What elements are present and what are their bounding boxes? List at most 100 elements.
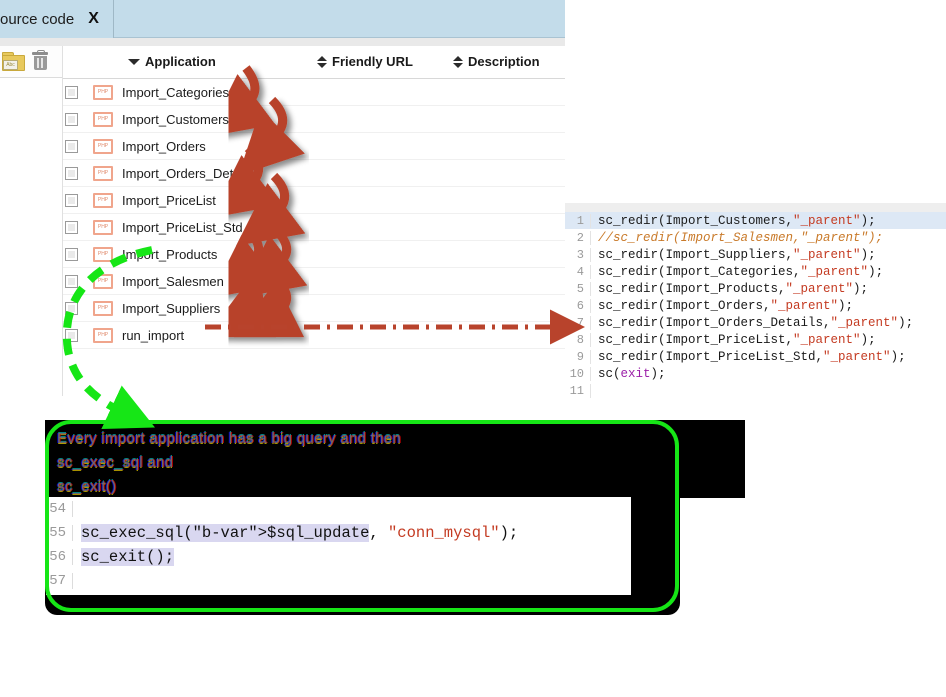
sort-both-icon [453,55,463,68]
row-checkbox[interactable] [65,139,78,153]
table-row[interactable]: PHP Import_Suppliers [63,295,565,322]
grid-toolbar: Abc [0,46,62,78]
row-checkbox[interactable] [65,247,78,261]
table-row[interactable]: PHP Import_PriceList [63,187,565,214]
line-code: sc_redir(Import_PriceList,"_parent"); [598,332,876,347]
application-name: Import_Suppliers [122,300,221,316]
line-number: 6 [565,298,591,313]
table-row[interactable]: PHP Import_Products [63,241,565,268]
application-name: Import_Orders_Details [122,165,253,181]
line-code: sc_redir(Import_PriceList_Std,"_parent")… [598,349,906,364]
code-line: 54 [46,497,631,521]
tab-bar-underline [0,38,565,46]
line-code: sc_redir(Import_Suppliers,"_parent"); [598,247,876,262]
code-editor-bottom-body: 54 55 sc_exec_sql("b-var">$sql_update, "co… [46,497,631,593]
php-file-icon: PHP [93,219,113,235]
table-row[interactable]: PHP Import_Salesmen [63,268,565,295]
chevron-down-icon [128,58,140,65]
line-number: 8 [565,332,591,347]
tab-source-code[interactable]: ource code X [0,0,114,38]
row-checkbox[interactable] [65,301,78,315]
column-header-friendly-url[interactable]: Friendly URL [317,54,413,69]
code-line: 8 sc_redir(Import_PriceList,"_parent"); [565,331,946,348]
application-name: Import_PriceList_Std [122,219,243,235]
php-file-icon: PHP [93,327,113,343]
grid-rows: PHP Import_Categories PHP Import_Customers P… [63,79,565,349]
php-file-icon: PHP [93,300,113,316]
code-line: 3 sc_redir(Import_Suppliers,"_parent"); [565,246,946,263]
code-line: 7 sc_redir(Import_Orders_Details,"_parent… [565,314,946,331]
sort-both-icon [317,55,327,68]
code-line: 4 sc_redir(Import_Categories,"_parent"); [565,263,946,280]
code-line: 10 sc(exit); [565,365,946,382]
code-line: 55 sc_exec_sql("b-var">$sql_update, "conn… [46,521,631,545]
column-header-friendly-url-label: Friendly URL [332,54,413,69]
app-root: ource code X Abc Application Friendly UR… [0,0,946,697]
folder-abc-icon-label: Abc [3,59,18,70]
application-grid: Application Friendly URL Description PHP… [63,46,565,398]
delete-icon[interactable] [32,49,54,72]
code-line: 2 //sc_redir(Import_Salesmen,"_parent"); [565,229,946,246]
application-name: Import_Orders [122,138,206,154]
annotation-note: Every import application has a big query… [57,430,402,495]
line-code: sc_redir(Import_Customers,"_parent"); [598,213,876,228]
row-checkbox[interactable] [65,193,78,207]
row-checkbox[interactable] [65,112,78,126]
application-name: Import_Products [122,246,218,262]
column-header-description[interactable]: Description [453,54,540,69]
folder-abc-icon[interactable]: Abc [2,51,25,72]
code-editor-bottom[interactable]: 54 55 sc_exec_sql("b-var">$sql_update, "co… [46,497,631,595]
row-checkbox[interactable] [65,85,78,99]
php-file-icon: PHP [93,138,113,154]
table-row[interactable]: PHP Import_Categories [63,79,565,106]
line-number: 7 [565,315,591,330]
php-file-icon: PHP [93,246,113,262]
tab-bar: ource code X [0,0,565,38]
line-code: sc_exit(); [81,548,175,566]
line-code: //sc_redir(Import_Salesmen,"_parent"); [598,230,884,245]
php-file-icon: PHP [93,165,113,181]
close-icon[interactable]: X [88,10,99,28]
application-name: Import_Salesmen [122,273,224,289]
line-number: 11 [565,383,591,398]
line-number: 3 [565,247,591,262]
line-code: sc_redir(Import_Orders_Details,"_parent"… [598,315,914,330]
line-code: sc_redir(Import_Orders,"_parent"); [598,298,854,313]
application-name: Import_Customers [122,111,229,127]
code-line: 11 [565,382,946,399]
table-row[interactable]: PHP Import_PriceList_Std [63,214,565,241]
table-row[interactable]: PHP Import_Orders [63,133,565,160]
grid-header: Application Friendly URL Description [63,46,565,79]
row-checkbox[interactable] [65,328,78,342]
line-code: sc(exit); [598,366,666,381]
application-name: run_import [122,327,185,343]
line-number: 55 [46,525,73,541]
line-number: 2 [565,230,591,245]
line-code: sc_redir(Import_Products,"_parent"); [598,281,869,296]
table-row[interactable]: PHP Import_Customers [63,106,565,133]
code-line: 56 sc_exit(); [46,545,631,569]
code-editor-right-body: 1 sc_redir(Import_Customers,"_parent"); 2 /… [565,212,946,399]
line-code: sc_exec_sql("b-var">$sql_update, "conn_m… [81,524,519,542]
php-file-icon: PHP [93,84,113,100]
code-line: 6 sc_redir(Import_Orders,"_parent"); [565,297,946,314]
column-header-application[interactable]: Application [128,54,216,69]
php-file-icon: PHP [93,192,113,208]
line-number: 1 [565,213,591,228]
row-checkbox[interactable] [65,166,78,180]
line-number: 10 [565,366,591,381]
application-name: Import_Categories [122,84,229,100]
code-line: 1 sc_redir(Import_Customers,"_parent"); [565,212,946,229]
line-number: 5 [565,281,591,296]
table-row[interactable]: PHP run_import [63,322,565,349]
row-checkbox[interactable] [65,274,78,288]
row-checkbox[interactable] [65,220,78,234]
line-number: 54 [46,501,73,517]
line-code: sc_redir(Import_Categories,"_parent"); [598,264,884,279]
table-row[interactable]: PHP Import_Orders_Details [63,160,565,187]
php-file-icon: PHP [93,273,113,289]
line-number: 56 [46,549,73,565]
line-number: 9 [565,349,591,364]
code-editor-right[interactable]: 1 sc_redir(Import_Customers,"_parent"); 2 /… [565,203,946,405]
code-line: 57 [46,569,631,593]
